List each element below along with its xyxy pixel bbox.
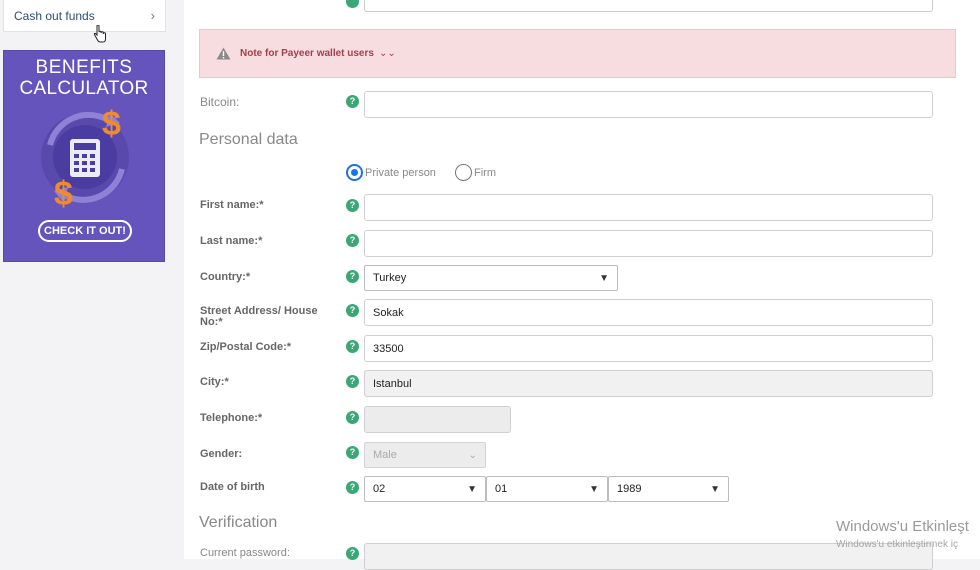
radio-firm[interactable]: Firm (455, 164, 496, 181)
bitcoin-label: Bitcoin: (200, 95, 240, 109)
calculator-icon: $ $ (41, 105, 129, 213)
gender-value: Male (373, 449, 397, 461)
dob-day-value: 02 (373, 483, 386, 495)
help-icon[interactable]: ? (346, 340, 359, 353)
zip-code-input[interactable] (364, 335, 933, 362)
last-name-label: Last name:* (200, 235, 263, 247)
bitcoin-input[interactable] (364, 91, 933, 118)
telephone-input[interactable] (364, 406, 511, 433)
help-icon[interactable]: ? (346, 199, 359, 212)
previous-input-field[interactable] (364, 0, 933, 12)
svg-text:$: $ (102, 105, 121, 143)
help-icon[interactable]: ? (346, 481, 359, 494)
date-of-birth-label: Date of birth (200, 481, 265, 493)
telephone-label: Telephone:* (200, 412, 263, 424)
help-icon[interactable]: ? (346, 304, 359, 317)
windows-activation-subtext: Windows'u etkinleştirmek iç (836, 539, 958, 550)
city-input[interactable] (364, 370, 933, 397)
country-value: Turkey (373, 272, 407, 284)
help-icon[interactable]: ? (346, 270, 359, 283)
benefits-calculator-banner[interactable]: BENEFITS CALCULATOR $ $ CHECK IT OUT! (3, 50, 165, 262)
svg-text:$: $ (54, 175, 73, 213)
chevron-down-icon: ▼ (710, 483, 720, 495)
gender-select[interactable]: Male ⌄ (364, 442, 486, 468)
radio-checked-icon (346, 164, 363, 181)
help-icon[interactable] (346, 0, 359, 8)
help-icon[interactable]: ? (346, 411, 359, 424)
help-icon[interactable]: ? (346, 446, 359, 459)
help-icon[interactable]: ? (346, 547, 359, 560)
chevron-down-icon: ▼ (467, 483, 477, 495)
radio-label: Firm (474, 166, 496, 179)
chevron-down-icon: ⌄ (468, 449, 477, 461)
radio-private-person[interactable]: Private person (346, 164, 436, 181)
personal-data-heading: Personal data (199, 131, 298, 148)
dob-day-select[interactable]: 02 ▼ (364, 476, 486, 502)
city-label: City:* (200, 376, 229, 388)
street-address-label: Street Address/ House No:* (200, 305, 318, 328)
form-panel: Note for Payeer wallet users ⌄⌄ Bitcoin:… (184, 0, 980, 570)
dob-month-select[interactable]: 01 ▼ (486, 476, 608, 502)
warning-icon (216, 47, 231, 60)
sidebar-item-label: Cash out funds (14, 8, 95, 23)
chevron-right-icon: › (150, 8, 155, 23)
help-icon[interactable]: ? (346, 234, 359, 247)
help-icon[interactable]: ? (346, 375, 359, 388)
zip-code-label: Zip/Postal Code:* (200, 341, 292, 353)
help-icon[interactable]: ? (346, 95, 359, 108)
notice-text: Note for Payeer wallet users (240, 48, 374, 59)
chevron-down-icon: ▼ (599, 272, 609, 284)
payeer-note-banner[interactable]: Note for Payeer wallet users ⌄⌄ (199, 29, 956, 78)
check-it-out-button[interactable]: CHECK IT OUT! (38, 220, 132, 242)
dob-month-value: 01 (495, 483, 508, 495)
street-address-input[interactable] (364, 299, 933, 326)
double-chevron-down-icon: ⌄⌄ (378, 48, 396, 59)
current-password-label: Current password: (200, 547, 290, 559)
sidebar-item-cash-out-funds[interactable]: Cash out funds › (3, 0, 166, 32)
dob-year-select[interactable]: 1989 ▼ (608, 476, 729, 502)
country-label: Country:* (200, 271, 251, 283)
banner-title-line1: BENEFITS (35, 57, 133, 78)
verification-heading: Verification (199, 514, 278, 531)
radio-unchecked-icon (455, 164, 472, 181)
first-name-label: First name:* (200, 199, 264, 211)
chevron-down-icon: ▼ (589, 483, 599, 495)
radio-label: Private person (365, 166, 436, 179)
last-name-input[interactable] (364, 230, 933, 257)
hand-cursor-icon (93, 25, 106, 43)
gender-label: Gender: (200, 448, 243, 460)
first-name-input[interactable] (364, 194, 933, 221)
banner-title-line2: CALCULATOR (19, 78, 149, 99)
windows-activation-watermark: Windows'u Etkinleşt (836, 518, 969, 535)
country-select[interactable]: Turkey ▼ (364, 265, 618, 291)
dob-year-value: 1989 (617, 483, 642, 495)
